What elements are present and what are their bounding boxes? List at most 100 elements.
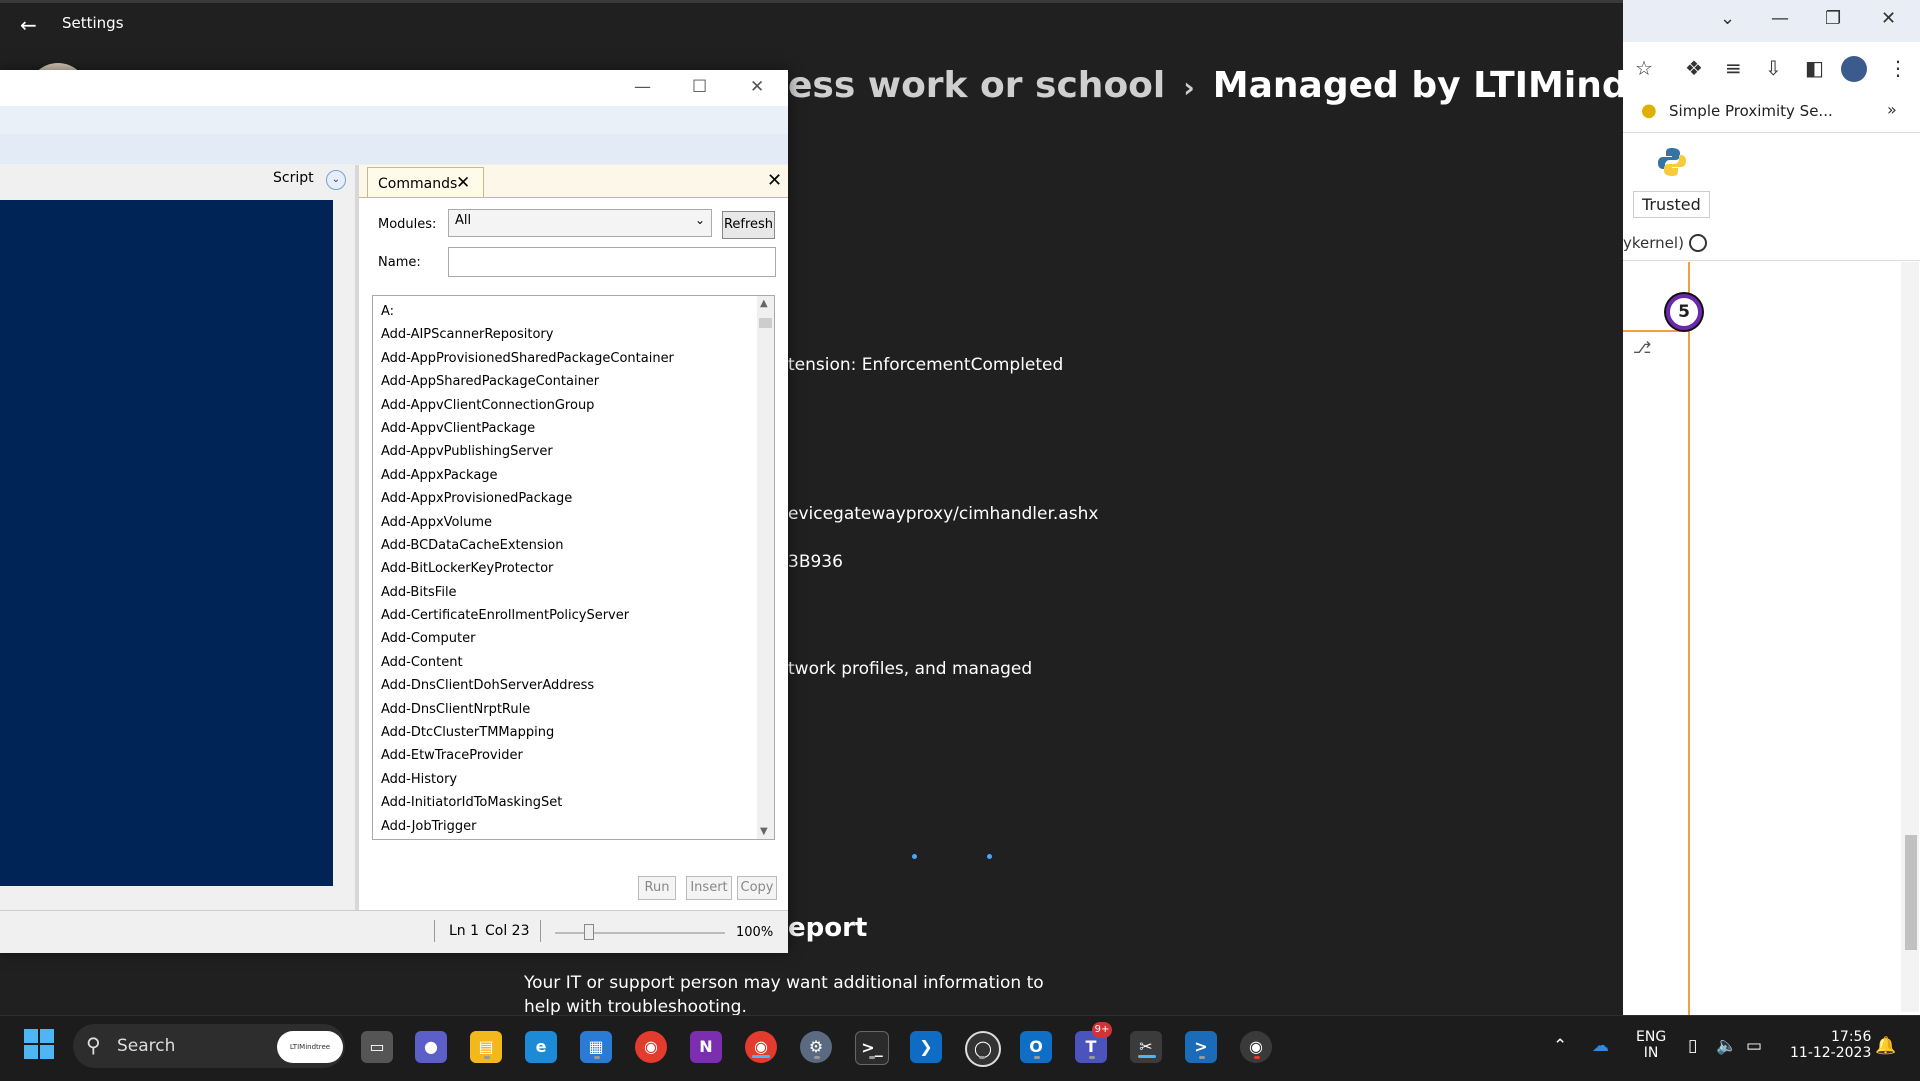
close-pane-icon[interactable]: ✕ bbox=[767, 170, 782, 191]
network-icon[interactable]: ▯ bbox=[1688, 1036, 1697, 1056]
command-list-item[interactable]: Add-AppvPublishingServer bbox=[381, 440, 674, 463]
download-icon[interactable]: ⇩ bbox=[1765, 56, 1782, 80]
command-list-item[interactable]: Add-BitLockerKeyProtector bbox=[381, 557, 674, 580]
close-icon[interactable]: ✕ bbox=[456, 173, 470, 193]
scroll-up-icon[interactable]: ▲ bbox=[760, 298, 768, 309]
console-pane[interactable] bbox=[0, 200, 333, 886]
command-list-item[interactable]: Add-AppxVolume bbox=[381, 511, 674, 534]
minimize-icon[interactable]: — bbox=[1771, 8, 1789, 29]
close-icon[interactable]: ✕ bbox=[1881, 8, 1896, 29]
more-bookmarks-icon[interactable]: » bbox=[1887, 100, 1897, 119]
restore-icon[interactable]: ❐ bbox=[1825, 8, 1841, 29]
running-indicator bbox=[1089, 1056, 1095, 1059]
script-pane-label[interactable]: Script bbox=[273, 170, 314, 186]
close-icon[interactable]: ✕ bbox=[750, 77, 764, 97]
chat-icon[interactable]: ● bbox=[415, 1031, 447, 1063]
kernel-name[interactable]: ykernel) bbox=[1623, 234, 1684, 252]
extensions-puzzle-icon[interactable]: ❖ bbox=[1685, 56, 1703, 80]
modules-select[interactable]: All ⌄ bbox=[448, 209, 712, 237]
chevron-up-icon[interactable]: ⌃ bbox=[1553, 1036, 1567, 1056]
command-list-item[interactable]: Add-BitsFile bbox=[381, 581, 674, 604]
profile-avatar[interactable] bbox=[1841, 56, 1867, 82]
copy-button[interactable]: Copy bbox=[737, 876, 777, 900]
command-list-item[interactable]: Add-Computer bbox=[381, 627, 674, 650]
volume-icon[interactable]: 🔈 bbox=[1716, 1036, 1737, 1056]
command-list-item[interactable]: Add-History bbox=[381, 768, 674, 791]
run-button[interactable]: Run bbox=[638, 876, 676, 900]
python-logo-icon bbox=[1658, 148, 1686, 176]
enforcement-status-text: tension: EnforcementCompleted bbox=[788, 355, 1064, 375]
side-panel-icon[interactable]: ◧ bbox=[1805, 56, 1824, 80]
cell-toolbar-icon[interactable]: ⎇ bbox=[1633, 338, 1651, 357]
modules-label: Modules: bbox=[378, 217, 437, 232]
chevron-down-icon[interactable]: ⌄ bbox=[326, 170, 346, 190]
vscode-icon[interactable]: ❯ bbox=[910, 1031, 942, 1063]
command-list-item[interactable]: Add-InitiatorIdToMaskingSet bbox=[381, 791, 674, 814]
menu-kebab-icon[interactable]: ⋮ bbox=[1888, 56, 1908, 80]
terminal-icon[interactable]: >_ bbox=[855, 1031, 889, 1065]
command-list-item[interactable]: Add-EtwTraceProvider bbox=[381, 744, 674, 767]
bookmark-item[interactable]: Simple Proximity Se... bbox=[1669, 102, 1833, 120]
name-input[interactable] bbox=[448, 247, 776, 277]
language-indicator[interactable]: ENG IN bbox=[1636, 1029, 1666, 1061]
tab-search-chevron-icon[interactable]: ⌄ bbox=[1720, 8, 1735, 29]
active-app-indicator bbox=[1138, 1055, 1156, 1058]
line-number: Ln 1 bbox=[449, 923, 480, 939]
task-view-icon[interactable]: ▭ bbox=[361, 1031, 393, 1063]
breadcrumb-access-work-school[interactable]: ess work or school bbox=[788, 65, 1165, 106]
command-list-item[interactable]: Add-DnsClientNrptRule bbox=[381, 698, 674, 721]
running-indicator bbox=[1254, 1056, 1260, 1059]
command-list-item[interactable]: Add-Content bbox=[381, 651, 674, 674]
github-desktop-icon[interactable]: ◯ bbox=[965, 1031, 1001, 1067]
onedrive-cloud-icon[interactable]: ☁ bbox=[1592, 1036, 1609, 1056]
zoom-slider-thumb[interactable] bbox=[584, 924, 594, 940]
scroll-down-icon[interactable]: ▼ bbox=[760, 826, 768, 837]
edge-icon[interactable]: e bbox=[525, 1031, 557, 1063]
search-highlight-logo: LTIMindtree bbox=[277, 1031, 343, 1063]
onenote-icon[interactable]: N bbox=[690, 1031, 722, 1063]
taskbar: ⚲ Search LTIMindtree ▭ ● ▤ e ▦ ◉ N ◉ ⚙ >… bbox=[0, 1015, 1920, 1081]
command-list-item[interactable]: Add-AppSharedPackageContainer bbox=[381, 370, 674, 393]
trusted-indicator[interactable]: Trusted bbox=[1633, 191, 1710, 218]
notebook-scrollbar-thumb[interactable] bbox=[1905, 835, 1917, 950]
command-list-item[interactable]: Add-AppxPackage bbox=[381, 464, 674, 487]
battery-icon[interactable]: ▭ bbox=[1746, 1036, 1762, 1056]
start-windows-icon[interactable] bbox=[24, 1029, 54, 1059]
scrollbar-thumb[interactable] bbox=[759, 318, 772, 328]
powershell-ise-window: — ☐ ✕ Script ⌄ Commands ✕ ✕ Modules: All… bbox=[0, 70, 788, 953]
command-list-item[interactable]: Add-AIPScannerRepository bbox=[381, 323, 674, 346]
command-list-item[interactable]: Add-CertificateEnrollmentPolicyServer bbox=[381, 604, 674, 627]
zoom-slider-track[interactable] bbox=[555, 932, 725, 934]
commands-list[interactable]: A: Add-AIPScannerRepository Add-AppProvisi… bbox=[372, 295, 775, 840]
commands-list-scrollbar[interactable]: ▲ ▼ bbox=[757, 296, 774, 839]
command-list-item[interactable]: A: bbox=[381, 300, 674, 323]
back-arrow-icon[interactable]: ← bbox=[20, 13, 37, 37]
command-list-item[interactable]: Add-AppxProvisionedPackage bbox=[381, 487, 674, 510]
teams-notification-badge: 9+ bbox=[1092, 1022, 1112, 1038]
export-report-heading: eport bbox=[788, 913, 868, 943]
console-scrollbar[interactable] bbox=[333, 200, 351, 886]
command-list-item[interactable]: Add-DnsClientDohServerAddress bbox=[381, 674, 674, 697]
command-list-item[interactable]: Add-DtcClusterTMMapping bbox=[381, 721, 674, 744]
bookmark-star-icon[interactable]: ☆ bbox=[1635, 56, 1653, 80]
running-indicator bbox=[979, 1056, 985, 1059]
notification-bell-icon[interactable]: 🔔 bbox=[1875, 1036, 1896, 1056]
running-indicator bbox=[594, 1056, 600, 1059]
command-list-item[interactable]: Add-BCDataCacheExtension bbox=[381, 534, 674, 557]
status-separator bbox=[434, 920, 435, 942]
name-label: Name: bbox=[378, 255, 421, 270]
chrome-profile-icon[interactable]: ◉ bbox=[745, 1031, 777, 1063]
reading-list-icon[interactable]: ≡ bbox=[1725, 56, 1742, 80]
command-list-item[interactable]: Add-AppProvisionedSharedPackageContainer bbox=[381, 347, 674, 370]
clock-date: 11-12-2023 bbox=[1790, 1045, 1872, 1061]
clock[interactable]: 17:56 11-12-2023 bbox=[1790, 1029, 1871, 1061]
insert-button[interactable]: Insert bbox=[686, 876, 732, 900]
command-list-item[interactable]: Add-AppvClientPackage bbox=[381, 417, 674, 440]
maximize-icon[interactable]: ☐ bbox=[692, 77, 707, 97]
minimize-icon[interactable]: — bbox=[634, 77, 651, 97]
snipping-tool-icon[interactable]: ✂ bbox=[1130, 1031, 1162, 1063]
command-list-item[interactable]: Add-JobTrigger bbox=[381, 815, 674, 838]
chrome-icon[interactable]: ◉ bbox=[635, 1031, 667, 1063]
command-list-item[interactable]: Add-AppvClientConnectionGroup bbox=[381, 394, 674, 417]
refresh-button[interactable]: Refresh bbox=[722, 211, 775, 239]
